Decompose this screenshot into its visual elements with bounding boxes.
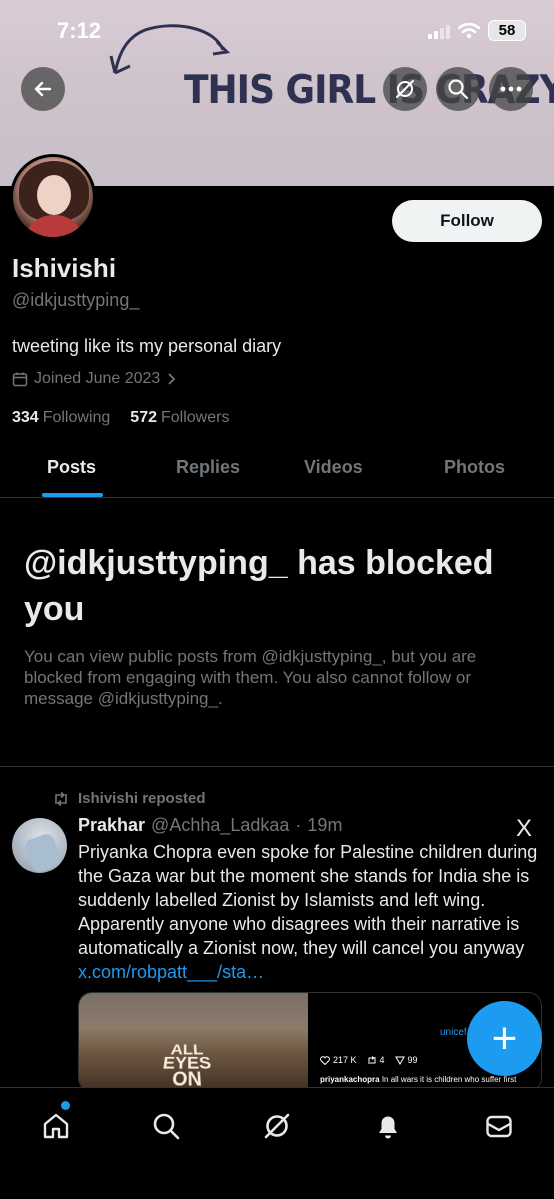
calendar-icon: [12, 372, 28, 387]
grok-button[interactable]: [383, 67, 427, 111]
grok-icon[interactable]: [259, 1108, 295, 1144]
back-button[interactable]: [21, 67, 65, 111]
search-icon[interactable]: [148, 1108, 184, 1144]
compose-button[interactable]: +: [467, 1001, 542, 1076]
followers-link[interactable]: 572 Followers: [130, 409, 229, 427]
post-separator: ·: [295, 815, 302, 835]
profile-handle: @idkjusttyping_: [12, 290, 140, 310]
unicef-brand: unicef: [440, 1027, 467, 1038]
tab-photos[interactable]: Photos: [444, 457, 505, 478]
profile-avatar[interactable]: [10, 154, 96, 240]
active-tab-indicator: [42, 493, 103, 497]
profile-tabs: Posts Replies Videos Photos: [0, 440, 554, 498]
media-image-text: ALL EYES ON: [161, 1042, 213, 1091]
notifications-icon[interactable]: [370, 1108, 406, 1144]
profile-bio: tweeting like its my personal diary: [12, 336, 282, 356]
profile-name: Ishivishi: [12, 253, 117, 283]
joined-label: Joined June 2023: [34, 370, 161, 387]
post-header: Prakhar @Achha_Ladkaa · 19m: [78, 815, 342, 836]
signal-icon: [428, 24, 450, 39]
post-time: 19m: [307, 815, 343, 835]
post-link[interactable]: x.com/robpatt___/sta…: [78, 962, 264, 982]
divider: [0, 766, 554, 767]
grok-icon: [396, 80, 414, 98]
blocked-description: You can view public posts from @idkjustt…: [24, 647, 477, 708]
home-icon[interactable]: [38, 1108, 74, 1144]
repost-icon-small: [368, 1055, 376, 1064]
wifi-icon: [458, 22, 480, 38]
following-link[interactable]: 334 Following: [12, 409, 110, 427]
search-button[interactable]: [436, 67, 480, 111]
media-image-left[interactable]: ALL EYES ON: [79, 993, 308, 1091]
send-icon: [394, 1056, 405, 1065]
repost-indicator: Ishivishi reposted: [52, 790, 206, 807]
repost-label: Ishivishi reposted: [78, 790, 206, 807]
battery-icon: 58: [488, 20, 526, 41]
post-author-handle[interactable]: @Achha_Ladkaa: [151, 815, 289, 836]
status-icons: 58: [428, 20, 526, 41]
bottom-navigation: [0, 1087, 554, 1199]
tab-replies[interactable]: Replies: [176, 457, 240, 478]
heart-icon: [320, 1055, 330, 1065]
search-icon: [448, 79, 469, 100]
home-notification-dot: [61, 1101, 70, 1110]
media-caption: priyankachopra In all wars it is childre…: [320, 1075, 517, 1084]
x-logo-icon: X: [516, 815, 533, 842]
post-body: Priyanka Chopra even spoke for Palestine…: [78, 842, 538, 958]
tab-posts[interactable]: Posts: [47, 457, 96, 478]
chevron-right-icon: [168, 373, 176, 385]
tab-videos[interactable]: Videos: [304, 457, 363, 478]
blocked-title: @idkjusttyping_ has blocked you: [24, 544, 494, 628]
joined-date[interactable]: Joined June 2023: [12, 370, 176, 388]
post-author-avatar[interactable]: [12, 818, 67, 873]
post-author-name[interactable]: Prakhar: [78, 815, 145, 836]
repost-icon: [55, 791, 67, 806]
more-options-button[interactable]: [489, 67, 533, 111]
messages-icon[interactable]: [481, 1108, 517, 1144]
arrow-left-icon: [34, 81, 52, 97]
more-dots-icon: [500, 86, 522, 92]
post-text[interactable]: Priyanka Chopra even spoke for Palestine…: [78, 840, 546, 984]
status-bar: 7:12 58: [0, 0, 554, 60]
media-stats: 217 K 4 99: [320, 1055, 418, 1065]
follow-stats: 334 Following 572 Followers: [12, 409, 229, 427]
clock: 7:12: [57, 18, 102, 43]
follow-button[interactable]: Follow: [392, 200, 542, 242]
